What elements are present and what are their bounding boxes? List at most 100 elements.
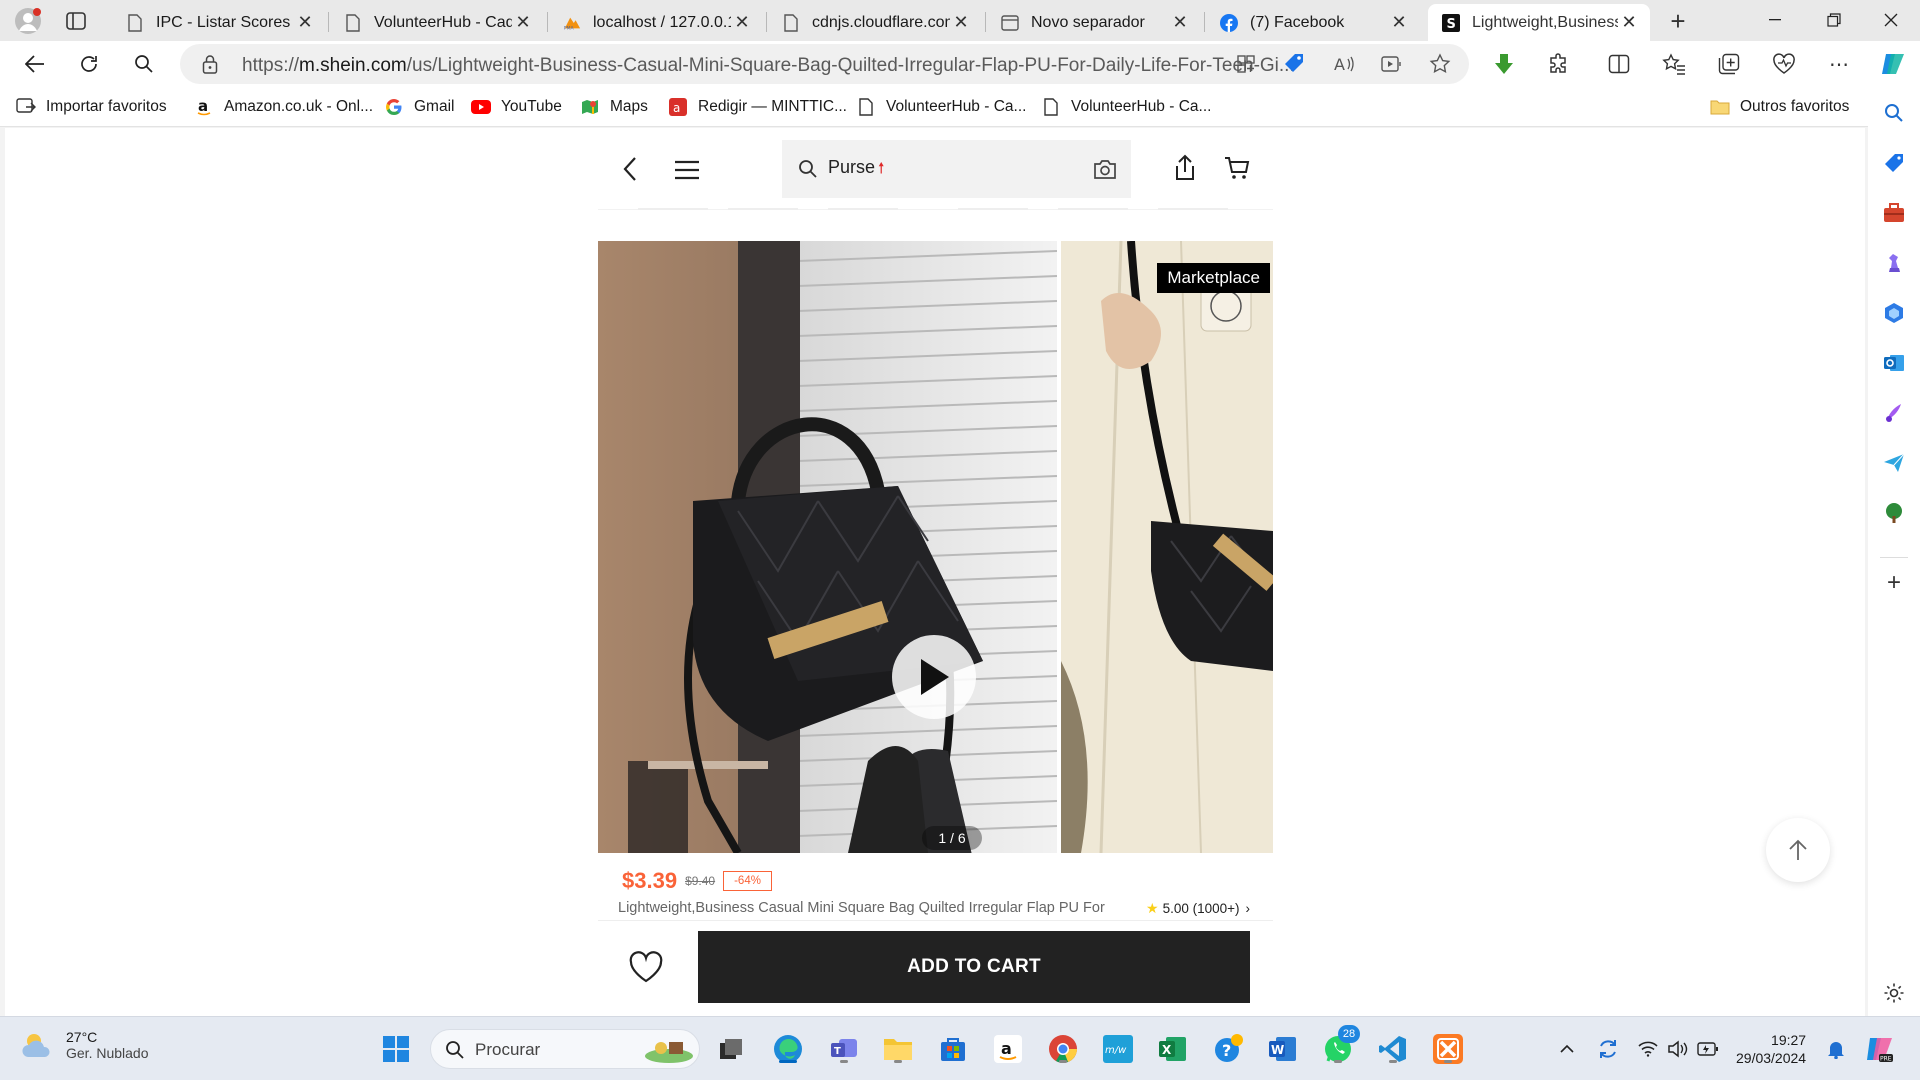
product-image-secondary[interactable] <box>1061 241 1273 853</box>
search-query: Purse <box>828 157 876 177</box>
chrome-icon[interactable] <box>1045 1031 1081 1067</box>
bookmark-volunteerhub-2[interactable]: VolunteerHub - Ca... <box>1041 96 1211 118</box>
microsoft365-icon[interactable] <box>1882 301 1906 325</box>
show-hidden-icons-chevron[interactable] <box>1549 1031 1585 1067</box>
shopping-tag-icon[interactable] <box>1882 151 1906 175</box>
bookmark-youtube[interactable]: YouTube <box>471 96 562 118</box>
product-search-box[interactable]: Purse 🠕 <box>782 140 1131 198</box>
bookmark-redigir[interactable]: a Redigir — MINTTIC... <box>668 96 847 118</box>
favorites-icon[interactable] <box>1660 50 1688 78</box>
close-tab-icon[interactable]: ✕ <box>1618 12 1640 34</box>
bookmark-other-favorites[interactable]: Outros favoritos <box>1710 96 1849 118</box>
designer-icon[interactable] <box>1882 401 1906 425</box>
page-icon <box>126 13 144 32</box>
copilot-preview-icon[interactable]: PRE <box>1862 1031 1898 1067</box>
tree-extension-icon[interactable] <box>1882 501 1906 525</box>
tab-ipc[interactable]: IPC - Listar Scores ✕ <box>112 4 326 41</box>
close-tab-icon[interactable]: ✕ <box>731 12 753 34</box>
bookmark-import[interactable]: Importar favoritos <box>16 96 167 118</box>
lock-icon[interactable] <box>202 54 218 79</box>
split-screen-icon[interactable] <box>1605 50 1633 78</box>
microsoft-store-icon[interactable] <box>935 1031 971 1067</box>
read-aloud-icon[interactable]: A <box>1330 50 1358 78</box>
tab-new-tab[interactable]: Novo separador ✕ <box>987 4 1201 41</box>
file-explorer-icon[interactable] <box>880 1031 916 1067</box>
coupon-tag-icon[interactable] <box>1280 50 1308 78</box>
tab-cdnjs[interactable]: cdnjs.cloudflare.com/ ✕ <box>768 4 982 41</box>
sidebar-settings-gear-icon[interactable] <box>1882 981 1906 1005</box>
vscode-icon[interactable] <box>1375 1031 1411 1067</box>
tab-actions-icon[interactable] <box>56 4 96 38</box>
tools-briefcase-icon[interactable] <box>1882 201 1906 225</box>
teams-icon[interactable]: T <box>826 1031 862 1067</box>
rating-summary[interactable]: ★ 5.00 (1000+) › <box>1146 900 1250 917</box>
close-tab-icon[interactable]: ✕ <box>950 12 972 34</box>
minimize-button[interactable] <box>1746 0 1804 40</box>
import-icon <box>16 97 36 117</box>
copilot-icon[interactable] <box>1879 50 1907 78</box>
share-icon[interactable] <box>1173 154 1197 187</box>
scroll-to-top-button[interactable] <box>1766 818 1830 882</box>
close-tab-icon[interactable]: ✕ <box>294 12 316 34</box>
url-text[interactable]: https://m.shein.com/us/Lightweight-Busin… <box>242 55 1392 77</box>
tab-localhost[interactable]: PMA localhost / 127.0.0.1 / ✕ <box>549 4 763 41</box>
address-bar[interactable]: https://m.shein.com/us/Lightweight-Busin… <box>180 44 1469 84</box>
marketplace-badge: Marketplace <box>1157 263 1270 293</box>
close-tab-icon[interactable]: ✕ <box>1388 12 1410 34</box>
cart-icon[interactable] <box>1224 156 1250 185</box>
sidebar-search-icon[interactable] <box>1882 101 1906 125</box>
amazon-app-icon[interactable]: a <box>990 1031 1026 1067</box>
notification-bell-icon[interactable] <box>1818 1031 1854 1067</box>
close-window-button[interactable] <box>1862 0 1920 40</box>
back-button[interactable] <box>17 46 53 82</box>
bookmark-gmail[interactable]: Gmail <box>384 96 454 118</box>
profile-avatar[interactable] <box>8 4 48 38</box>
play-video-button[interactable] <box>892 635 976 719</box>
wishlist-heart-icon[interactable] <box>628 951 664 987</box>
help-tips-icon[interactable]: ? <box>1210 1031 1246 1067</box>
back-arrow-icon[interactable] <box>622 156 638 187</box>
camera-search-icon[interactable] <box>1093 158 1117 185</box>
hamburger-menu-icon[interactable] <box>674 160 700 185</box>
restore-button[interactable] <box>1805 0 1863 40</box>
close-tab-icon[interactable]: ✕ <box>512 12 534 34</box>
windows-start-icon[interactable] <box>378 1031 414 1067</box>
download-arrow-extension-icon[interactable] <box>1490 50 1518 78</box>
add-sidebar-app-icon[interactable]: + <box>1882 569 1906 596</box>
games-chess-icon[interactable] <box>1882 251 1906 275</box>
close-tab-icon[interactable]: ✕ <box>1169 12 1191 34</box>
excel-icon[interactable]: X <box>1155 1031 1191 1067</box>
xampp-icon[interactable] <box>1430 1031 1466 1067</box>
word-icon[interactable]: W <box>1265 1031 1301 1067</box>
bookmark-maps[interactable]: Maps <box>580 96 648 118</box>
edge-browser-icon[interactable] <box>770 1031 806 1067</box>
tab-volunteerhub[interactable]: VolunteerHub - Cada ✕ <box>330 4 544 41</box>
tab-shein-active[interactable]: S Lightweight,Business ✕ <box>1428 4 1650 41</box>
weather-widget[interactable]: 27°C Ger. Nublado <box>20 1029 149 1061</box>
more-menu-icon[interactable]: ⋯ <box>1825 50 1853 78</box>
outlook-icon[interactable] <box>1882 351 1906 375</box>
browser-essentials-icon[interactable] <box>1770 50 1798 78</box>
whatsapp-icon[interactable]: 28 <box>1320 1025 1360 1067</box>
product-image-gallery[interactable]: Marketplace <box>598 241 1273 853</box>
collections-icon[interactable] <box>1715 50 1743 78</box>
extensions-icon[interactable] <box>1545 50 1573 78</box>
tab-facebook[interactable]: (7) Facebook ✕ <box>1206 4 1420 41</box>
telegram-send-icon[interactable] <box>1882 451 1906 475</box>
bookmark-volunteerhub-1[interactable]: VolunteerHub - Ca... <box>856 96 1026 118</box>
mysql-workbench-icon[interactable]: m/w <box>1100 1031 1136 1067</box>
add-to-cart-button[interactable]: ADD TO CART <box>698 931 1250 1003</box>
app-available-icon[interactable] <box>1232 50 1260 78</box>
sync-icon[interactable] <box>1590 1031 1626 1067</box>
refresh-button[interactable] <box>71 46 107 82</box>
immersive-reader-icon[interactable] <box>1378 50 1406 78</box>
taskbar-search-box[interactable]: Procurar <box>430 1029 700 1069</box>
new-tab-button[interactable]: + <box>1658 4 1698 38</box>
search-icon[interactable] <box>126 46 162 82</box>
favorite-star-icon[interactable] <box>1426 50 1454 78</box>
product-image-main[interactable] <box>598 241 1057 853</box>
battery-icon[interactable] <box>1690 1031 1726 1067</box>
bookmark-amazon[interactable]: a Amazon.co.uk - Onl... <box>194 96 373 118</box>
system-clock[interactable]: 19:27 29/03/2024 <box>1736 1031 1806 1067</box>
task-view-icon[interactable] <box>713 1031 749 1067</box>
